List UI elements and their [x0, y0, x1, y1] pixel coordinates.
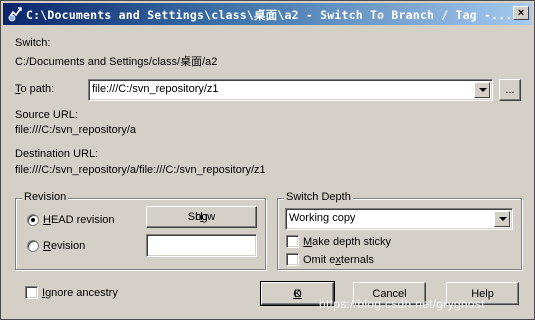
close-icon: × [517, 7, 525, 19]
depth-dropdown-value: Working copy [289, 212, 356, 224]
head-revision-label[interactable]: HEAD revision [43, 214, 115, 226]
tortoisesvn-icon [8, 7, 22, 22]
destination-url-label: Destination URL: [15, 148, 99, 160]
revision-number-input[interactable] [146, 234, 257, 257]
ignore-ancestry-checkbox[interactable] [25, 286, 38, 299]
make-depth-sticky-label[interactable]: Make depth sticky [303, 236, 391, 248]
show-log-button[interactable]: Show l og [146, 206, 257, 228]
title-bar: C:\Documents and Settings\class\桌面\a2 - … [3, 3, 532, 25]
to-path-value: file:///C:/svn_repository/z1 [92, 83, 219, 95]
depth-dropdown[interactable]: Working copy [285, 208, 513, 230]
window-title: C:\Documents and Settings\class\桌面\a2 - … [26, 8, 513, 22]
close-button[interactable]: × [513, 6, 529, 20]
switch-depth-legend: Switch Depth [284, 191, 353, 203]
switch-label: Switch: [15, 37, 51, 49]
revision-label[interactable]: Revision [43, 240, 85, 252]
switch-path: C:/Documents and Settings/class/桌面/a2 [15, 56, 218, 68]
destination-url-value: file:///C:/svn_repository/a/file:///C:/s… [15, 164, 266, 176]
omit-externals-checkbox[interactable] [286, 253, 299, 266]
watermark-text: https://blog.csdn.net/gryghost [319, 297, 485, 311]
revision-radio[interactable] [27, 240, 39, 252]
to-path-combobox[interactable]: file:///C:/svn_repository/z1 [88, 79, 493, 101]
chevron-down-icon[interactable] [494, 211, 510, 227]
switch-branch-dialog: C:\Documents and Settings\class\桌面\a2 - … [0, 0, 535, 320]
source-url-label: Source URL: [15, 109, 78, 121]
revision-legend: Revision [22, 191, 69, 203]
make-depth-sticky-checkbox[interactable] [286, 235, 299, 248]
head-revision-radio[interactable] [27, 214, 39, 226]
browse-button[interactable]: ... [499, 79, 521, 101]
chevron-down-icon[interactable] [474, 82, 490, 98]
source-url-value: file:///C:/svn_repository/a [15, 124, 137, 136]
omit-externals-label[interactable]: Omit externals [303, 254, 374, 266]
ignore-ancestry-label[interactable]: Ignore ancestry [42, 287, 118, 299]
to-path-label: To path: [15, 83, 55, 95]
